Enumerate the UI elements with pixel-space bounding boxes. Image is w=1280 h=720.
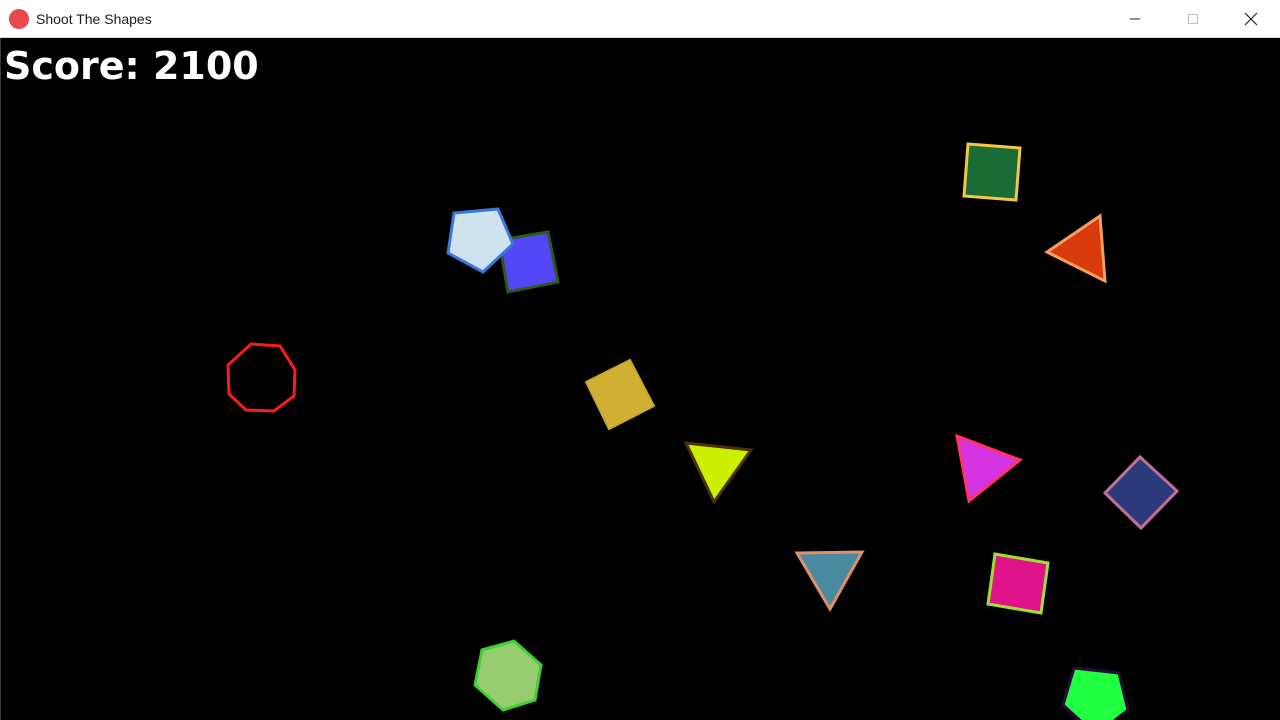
target-square[interactable] bbox=[584, 358, 656, 431]
target-triangle[interactable] bbox=[794, 550, 865, 613]
target-square[interactable] bbox=[962, 142, 1022, 202]
target-hexagon[interactable] bbox=[473, 639, 543, 712]
target-triangle[interactable] bbox=[955, 433, 1023, 504]
target-pentagon[interactable] bbox=[1061, 666, 1130, 720]
target-triangle[interactable] bbox=[683, 441, 754, 505]
target-square[interactable] bbox=[986, 552, 1050, 615]
game-window: Shoot The Shapes Score: 2100 bbox=[0, 0, 1280, 720]
target-square[interactable] bbox=[1102, 454, 1180, 531]
target-triangle[interactable] bbox=[1044, 213, 1107, 284]
shapes-layer bbox=[226, 142, 1180, 720]
target-octagon[interactable] bbox=[226, 342, 297, 413]
